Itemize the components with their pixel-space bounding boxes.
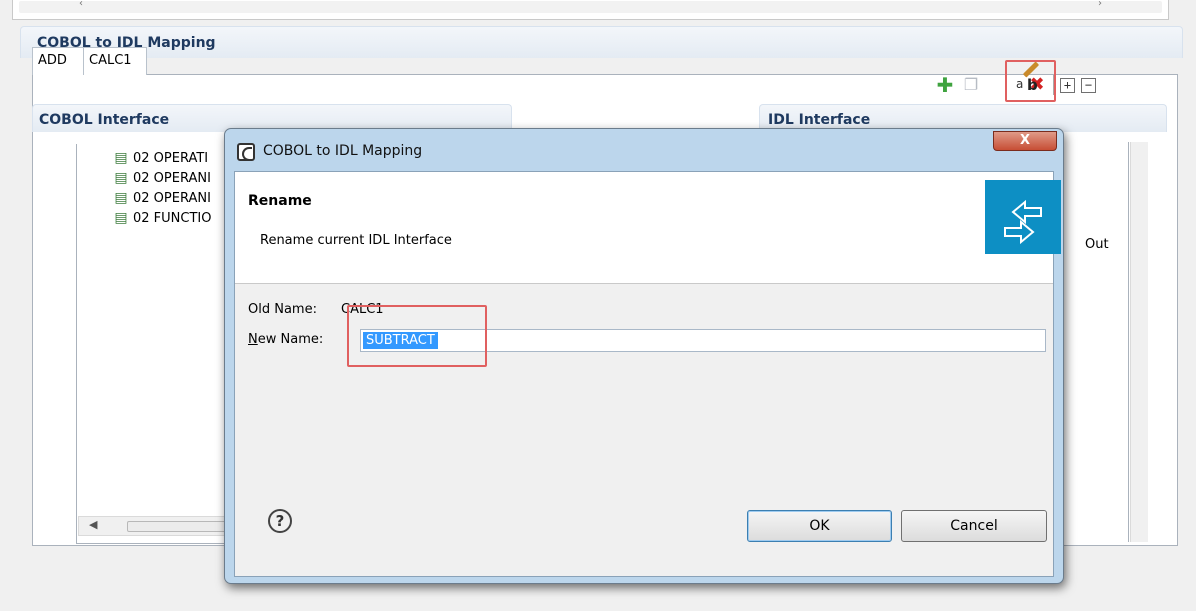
tab-bar: ADD CALC1	[12, 47, 1174, 75]
tree-item-label: 02 OPERATI	[133, 150, 209, 166]
add-icon[interactable]: ✚	[935, 75, 955, 95]
banner-description: Rename current IDL Interface	[260, 233, 452, 248]
scroll-left-icon[interactable]: ◀	[89, 518, 97, 531]
cobol-interface-title: COBOL Interface	[39, 112, 170, 128]
tree-item[interactable]: ▤ 02 OPERANI	[113, 168, 211, 188]
new-name-label-text: ew Name:	[257, 332, 324, 347]
tab-calc1[interactable]: CALC1	[83, 47, 147, 75]
cobol-field-icon: ▤	[114, 150, 128, 166]
idl-tree[interactable]	[1065, 142, 1129, 542]
cobol-field-icon: ▤	[114, 170, 128, 186]
idl-interface-title: IDL Interface	[768, 112, 871, 128]
scroll-left-icon[interactable]: ‹	[79, 0, 83, 9]
tab-label: ADD	[38, 53, 67, 68]
close-button[interactable]: X	[993, 131, 1057, 151]
tree-item[interactable]: ▤ 02 FUNCTIO	[113, 208, 211, 228]
mapping-arrows-icon	[985, 180, 1061, 254]
cobol-horizontal-scrollbar[interactable]: ◀	[78, 516, 228, 536]
ok-button[interactable]: OK	[747, 510, 892, 542]
tab-add[interactable]: ADD	[32, 47, 84, 75]
copy-icon[interactable]: ❐	[961, 75, 981, 95]
help-icon[interactable]: ?	[268, 509, 292, 533]
tree-item-label: 02 FUNCTIO	[133, 210, 212, 226]
dialog-banner: Rename Rename current IDL Interface	[235, 172, 1061, 284]
idl-direction-label: Out	[1085, 237, 1109, 252]
cobol-output-field-icon: ▤	[114, 210, 128, 226]
banner-title: Rename	[248, 193, 312, 209]
dialog-content: Rename Rename current IDL Interface Old …	[234, 171, 1061, 577]
new-name-label: New Name:	[248, 332, 323, 347]
scroll-right-icon[interactable]: ›	[1098, 0, 1102, 9]
dialog-titlebar[interactable]: COBOL to IDL Mapping X	[225, 129, 1063, 171]
scroll-thumb[interactable]	[127, 521, 227, 532]
rename-icon-highlight	[1005, 60, 1056, 102]
app-icon	[237, 143, 255, 161]
old-name-label: Old Name:	[248, 302, 317, 317]
cancel-button[interactable]: Cancel	[901, 510, 1047, 542]
tree-item[interactable]: ▤ 02 OPERANI	[113, 188, 211, 208]
collapse-all-icon[interactable]: −	[1081, 77, 1096, 93]
tree-item[interactable]: ▤ 02 OPERATI	[113, 148, 208, 168]
expand-all-icon[interactable]: +	[1060, 77, 1075, 93]
upper-panel: ‹ ›	[12, 0, 1169, 20]
new-name-mnemonic: N	[248, 332, 258, 347]
upper-horizontal-scrollbar[interactable]: ‹ ›	[19, 0, 1162, 13]
tree-item-label: 02 OPERANI	[133, 190, 211, 206]
cobol-field-icon: ▤	[114, 190, 128, 206]
tree-item-label: 02 OPERANI	[133, 170, 211, 186]
idl-vertical-scrollbar[interactable]	[1130, 142, 1148, 542]
new-name-highlight	[347, 305, 487, 367]
tab-label: CALC1	[89, 53, 132, 68]
dialog-title: COBOL to IDL Mapping	[263, 143, 423, 159]
